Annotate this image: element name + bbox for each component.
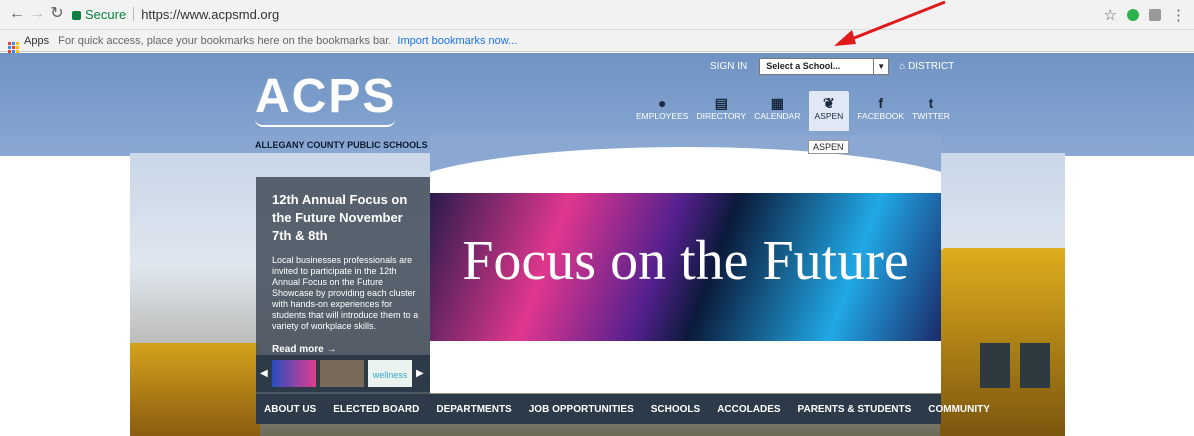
quicknav-label: DIRECTORY <box>696 111 747 121</box>
quicknav-label: ASPEN <box>814 111 844 121</box>
quicknav-twitter[interactable]: t TWITTER <box>912 91 950 131</box>
apps-link[interactable]: Apps <box>24 35 49 47</box>
forward-icon[interactable]: → <box>28 5 46 23</box>
url-text: https://www.acpsmd.org <box>141 7 280 22</box>
evernote-extension-icon[interactable] <box>1127 9 1139 21</box>
quicknav-label: EMPLOYEES <box>636 111 689 121</box>
chevron-right-icon[interactable]: ▶ <box>416 368 424 379</box>
thumbnail-crowd[interactable] <box>320 360 364 387</box>
nav-about-us[interactable]: ABOUT US <box>264 404 316 415</box>
separator <box>133 7 135 21</box>
nav-parents-students[interactable]: PARENTS & STUDENTS <box>798 404 912 415</box>
quicknav-label: FACEBOOK <box>857 111 905 121</box>
main-nav: ABOUT US ELECTED BOARD DEPARTMENTS JOB O… <box>256 394 990 424</box>
address-bar[interactable]: Secure https://www.acpsmd.org <box>70 4 1160 26</box>
nav-elected-board[interactable]: ELECTED BOARD <box>333 404 419 415</box>
nav-schools[interactable]: SCHOOLS <box>651 404 700 415</box>
facebook-icon: f <box>878 95 884 111</box>
quicknav-facebook[interactable]: f FACEBOOK <box>857 91 904 131</box>
quicknav-employees[interactable]: ● EMPLOYEES <box>636 91 688 131</box>
quicknav-aspen[interactable]: ❦ ASPEN <box>808 91 850 131</box>
nav-accolades[interactable]: ACCOLADES <box>717 404 780 415</box>
district-link[interactable]: ⌂ DISTRICT <box>899 61 954 72</box>
top-links: SIGN IN Select a School... ▼ ⌂ DISTRICT <box>710 57 954 75</box>
hero-slider[interactable]: Focus on the Future <box>430 135 941 393</box>
thumbnail-label: wellness <box>372 370 408 380</box>
back-icon[interactable]: ← <box>8 5 26 23</box>
apps-icon[interactable] <box>8 42 19 53</box>
menu-icon[interactable]: ⋮ <box>1171 6 1186 24</box>
quicknav-directory[interactable]: ▤ DIRECTORY <box>696 91 746 131</box>
extension-icons: ☆ ⋮ <box>1104 4 1186 26</box>
annotation-arrow <box>834 0 946 46</box>
id-card-icon: ▤ <box>714 95 728 111</box>
reload-icon[interactable]: ↻ <box>48 5 66 23</box>
extension-icon[interactable] <box>1149 9 1161 21</box>
nav-departments[interactable]: DEPARTMENTS <box>436 404 511 415</box>
logo-text: ACPS <box>255 70 397 123</box>
leaf-icon: ❦ <box>823 95 835 111</box>
browser-toolbar: ← → ↻ Secure https://www.acpsmd.org ☆ ⋮ <box>0 0 1194 30</box>
school-select-value: Select a School... <box>766 60 841 71</box>
thumbnail-focus[interactable] <box>272 360 316 387</box>
import-bookmarks-link[interactable]: Import bookmarks now... <box>397 35 517 47</box>
sign-in-link[interactable]: SIGN IN <box>710 61 747 72</box>
chevron-left-icon[interactable]: ◀ <box>260 368 268 379</box>
secure-label: Secure <box>85 7 127 22</box>
nav-community[interactable]: COMMUNITY <box>928 404 990 415</box>
aspen-tooltip: ASPEN <box>808 140 849 154</box>
news-title[interactable]: 12th Annual Focus on the Future November… <box>272 191 422 245</box>
nav-job-opportunities[interactable]: JOB OPPORTUNITIES <box>529 404 634 415</box>
quick-nav: ● EMPLOYEES ▤ DIRECTORY ▦ CALENDAR ❦ ASPEN f… <box>636 91 958 131</box>
news-thumbnails: ◀ wellness ▶ <box>256 355 430 392</box>
calendar-icon: ▦ <box>770 95 784 111</box>
district-label: DISTRICT <box>908 60 955 72</box>
chevron-down-icon[interactable]: ▼ <box>873 58 888 74</box>
quicknav-label: CALENDAR <box>754 111 801 121</box>
school-bus-left <box>130 343 260 436</box>
twitter-icon: t <box>928 95 934 111</box>
read-more-link[interactable]: Read more → <box>272 344 422 355</box>
bookmarks-hint: For quick access, place your bookmarks h… <box>58 35 392 47</box>
lock-icon <box>72 11 81 20</box>
home-icon: ⌂ <box>899 60 906 72</box>
news-body: Local businesses professionals are invit… <box>272 255 419 331</box>
thumbnail-wellness[interactable]: wellness <box>368 360 412 387</box>
logo-subtitle: ALLEGANY COUNTY PUBLIC SCHOOLS <box>255 140 428 150</box>
bookmarks-bar: Apps For quick access, place your bookma… <box>0 30 1194 53</box>
hero-banner-image[interactable]: Focus on the Future <box>430 193 941 341</box>
hero-banner-text: Focus on the Future <box>462 230 909 292</box>
quicknav-calendar[interactable]: ▦ CALENDAR <box>754 91 800 131</box>
quicknav-label: TWITTER <box>912 111 950 121</box>
school-select[interactable]: Select a School... ▼ <box>759 57 890 75</box>
star-icon[interactable]: ☆ <box>1104 6 1117 24</box>
web-page: ACPS ALLEGANY COUNTY PUBLIC SCHOOLS SIGN… <box>0 53 1194 436</box>
apple-icon: ● <box>657 95 667 111</box>
